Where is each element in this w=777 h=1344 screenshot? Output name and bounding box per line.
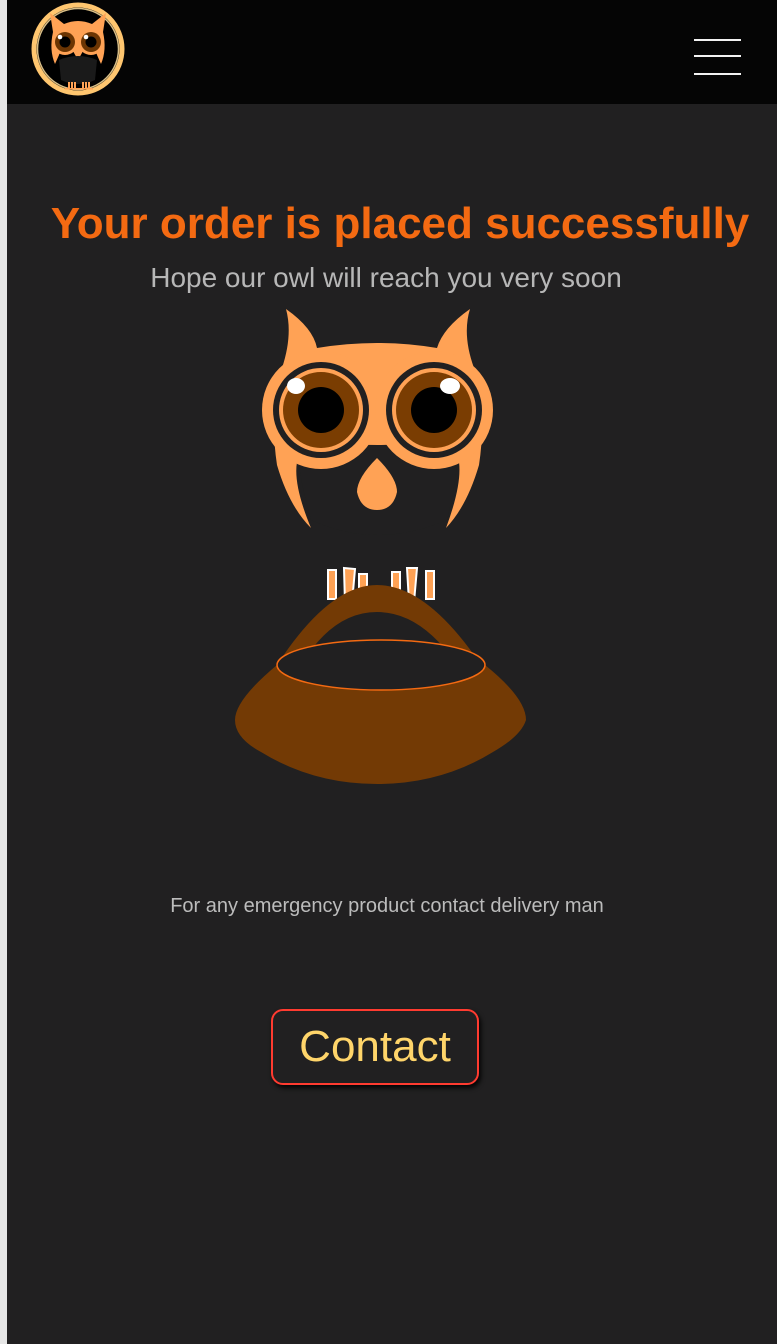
success-title: Your order is placed successfully [50,199,750,249]
menu-button[interactable] [692,34,742,80]
emergency-note: For any emergency product contact delive… [170,895,604,917]
menu-line [694,55,741,57]
app-viewport: Your order is placed successfully Hope o… [7,0,777,1344]
success-subtitle: Hope our owl will reach you very soon [150,262,622,293]
contact-button[interactable]: Contact [271,1009,479,1085]
owl-illustration [221,300,537,790]
basket-rim [276,639,486,691]
owl-logo-icon [31,2,125,96]
top-navbar [7,0,777,104]
menu-line [694,39,741,41]
owl-with-basket-icon [235,309,526,784]
menu-line [694,73,741,75]
owl-logo-link[interactable] [31,2,125,96]
